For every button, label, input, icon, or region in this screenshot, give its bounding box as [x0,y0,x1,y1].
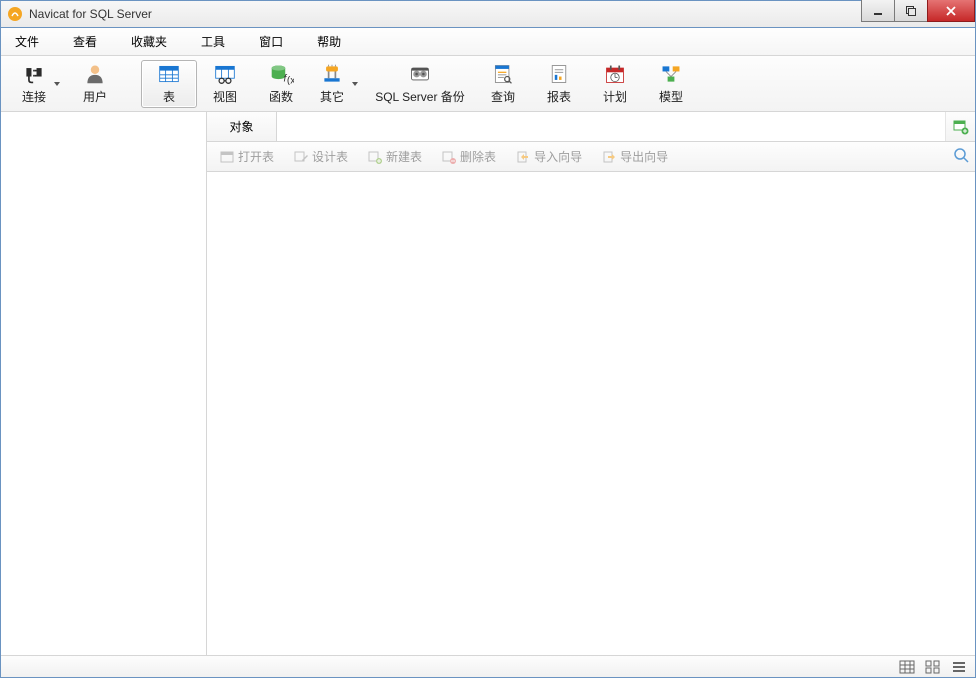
import-wizard-label: 导入向导 [534,148,582,165]
search-icon [953,147,969,163]
import-wizard-button[interactable]: 导入向导 [509,144,589,169]
import-icon [516,150,530,164]
menu-help[interactable]: 帮助 [311,29,347,54]
object-list-area[interactable] [207,172,975,655]
design-table-icon [294,150,308,164]
tables-add-icon [953,119,969,135]
view-icon [212,63,238,85]
delete-table-icon [442,150,456,164]
export-wizard-label: 导出向导 [620,148,668,165]
new-table-icon [368,150,382,164]
toolbar-view-button[interactable]: 视图 [197,60,253,108]
statusbar [1,655,975,677]
toolbar-backup-button[interactable]: SQL Server 备份 [365,60,475,108]
toolbar-function-button[interactable]: f (x) 函数 [253,60,309,108]
toolbar-report-button[interactable]: 报表 [531,60,587,108]
close-button[interactable] [927,0,975,22]
toolbar-user-button[interactable]: 用户 [67,60,123,108]
object-action-toolbar: 打开表 设计表 新建表 删除表 导入向导 [207,142,975,172]
design-table-label: 设计表 [312,148,348,165]
delete-table-button[interactable]: 删除表 [435,144,503,169]
plug-icon [21,63,47,85]
table-icon [156,63,182,85]
minimize-button[interactable] [861,0,895,22]
menubar: 文件 查看 收藏夹 工具 窗口 帮助 [1,28,975,56]
toolbar-schedule-button[interactable]: 计划 [587,60,643,108]
toolbar-table-button[interactable]: 表 [141,60,197,108]
toolbar-user-label: 用户 [83,88,107,105]
toolbar-model-label: 模型 [659,88,683,105]
menu-favorites[interactable]: 收藏夹 [125,29,173,54]
toolbar-view-label: 视图 [213,88,237,105]
delete-table-label: 删除表 [460,148,496,165]
object-refresh-button[interactable] [945,112,975,141]
report-icon [546,63,572,85]
new-table-button[interactable]: 新建表 [361,144,429,169]
toolbar-report-label: 报表 [547,88,571,105]
new-table-label: 新建表 [386,148,422,165]
menu-tools[interactable]: 工具 [195,29,231,54]
view-details-button[interactable] [897,659,917,675]
svg-text:(x): (x) [287,75,294,85]
object-path-input[interactable] [277,112,945,141]
toolbar-function-label: 函数 [269,88,293,105]
main-toolbar: 连接 用户 表 [1,56,975,112]
toolbar-schedule-label: 计划 [603,88,627,105]
open-table-icon [220,150,234,164]
details-view-icon [899,660,915,674]
toolbar-model-button[interactable]: 模型 [643,60,699,108]
grid-view-icon [925,660,941,674]
function-icon: f (x) [268,63,294,85]
design-table-button[interactable]: 设计表 [287,144,355,169]
toolbar-query-button[interactable]: 查询 [475,60,531,108]
menu-view[interactable]: 查看 [67,29,103,54]
toolbar-table-label: 表 [163,88,175,105]
object-header: 对象 [207,112,975,142]
connection-tree-sidebar[interactable] [1,112,207,655]
view-grid-button[interactable] [923,659,943,675]
open-table-label: 打开表 [238,148,274,165]
model-icon [658,63,684,85]
user-icon [82,63,108,85]
toolbar-connection-button[interactable]: 连接 [11,60,67,108]
app-logo-icon [7,6,23,22]
other-icon [319,63,345,85]
window-controls [862,0,975,22]
open-table-button[interactable]: 打开表 [213,144,281,169]
chevron-down-icon [352,82,358,86]
schedule-icon [602,63,628,85]
backup-icon [407,63,433,85]
menu-window[interactable]: 窗口 [253,29,289,54]
window-title: Navicat for SQL Server [29,7,152,21]
export-wizard-button[interactable]: 导出向导 [595,144,675,169]
toolbar-query-label: 查询 [491,88,515,105]
titlebar: Navicat for SQL Server [0,0,976,28]
list-view-icon [951,660,967,674]
query-icon [490,63,516,85]
toolbar-connection-label: 连接 [22,88,46,105]
object-tab[interactable]: 对象 [207,112,277,141]
toolbar-backup-label: SQL Server 备份 [375,88,465,105]
toolbar-other-label: 其它 [320,88,344,105]
maximize-button[interactable] [894,0,928,22]
toolbar-other-button[interactable]: 其它 [309,60,365,108]
search-button[interactable] [953,147,969,166]
menu-file[interactable]: 文件 [9,29,45,54]
chevron-down-icon [54,82,60,86]
export-icon [602,150,616,164]
view-list-button[interactable] [949,659,969,675]
